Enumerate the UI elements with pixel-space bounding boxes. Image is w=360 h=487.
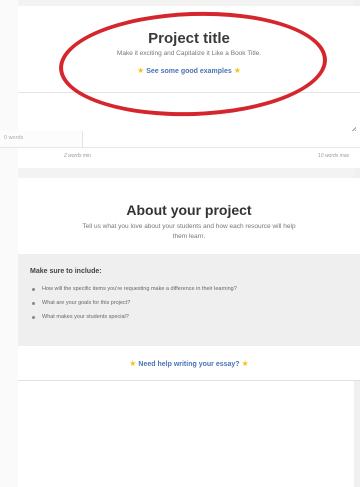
word-counter-row: 0 words (0, 131, 360, 148)
list-item: What makes your students special? (30, 314, 237, 328)
include-checklist-box: Make sure to include: How will the speci… (18, 254, 360, 346)
include-list: How will the specific items you're reque… (30, 286, 237, 328)
page: Project title Make it exciting and Capit… (0, 0, 360, 487)
star-icon: ★ (241, 359, 249, 368)
about-project-hint: Tell us what you love about your student… (82, 223, 296, 240)
include-title: Make sure to include: (30, 268, 102, 275)
min-words-label: 2 words min (64, 153, 91, 159)
left-margin (0, 0, 18, 487)
max-words-label: 10 words max (318, 153, 350, 159)
section-divider (18, 380, 360, 381)
word-counter: 0 words (0, 131, 83, 147)
star-icon: ★ (129, 359, 137, 368)
word-count-text: 0 words (4, 135, 24, 141)
essay-help-label: Need help writing your essay? (138, 361, 240, 368)
about-project-heading: About your project (126, 202, 252, 218)
list-item: How will the specific items you're reque… (30, 286, 237, 300)
about-project-card: About your project Tell us what you love… (18, 178, 360, 380)
essay-help-link[interactable]: ★ Need help writing your essay? ★ (18, 359, 360, 368)
list-item: What are your goals for this project? (30, 300, 237, 314)
